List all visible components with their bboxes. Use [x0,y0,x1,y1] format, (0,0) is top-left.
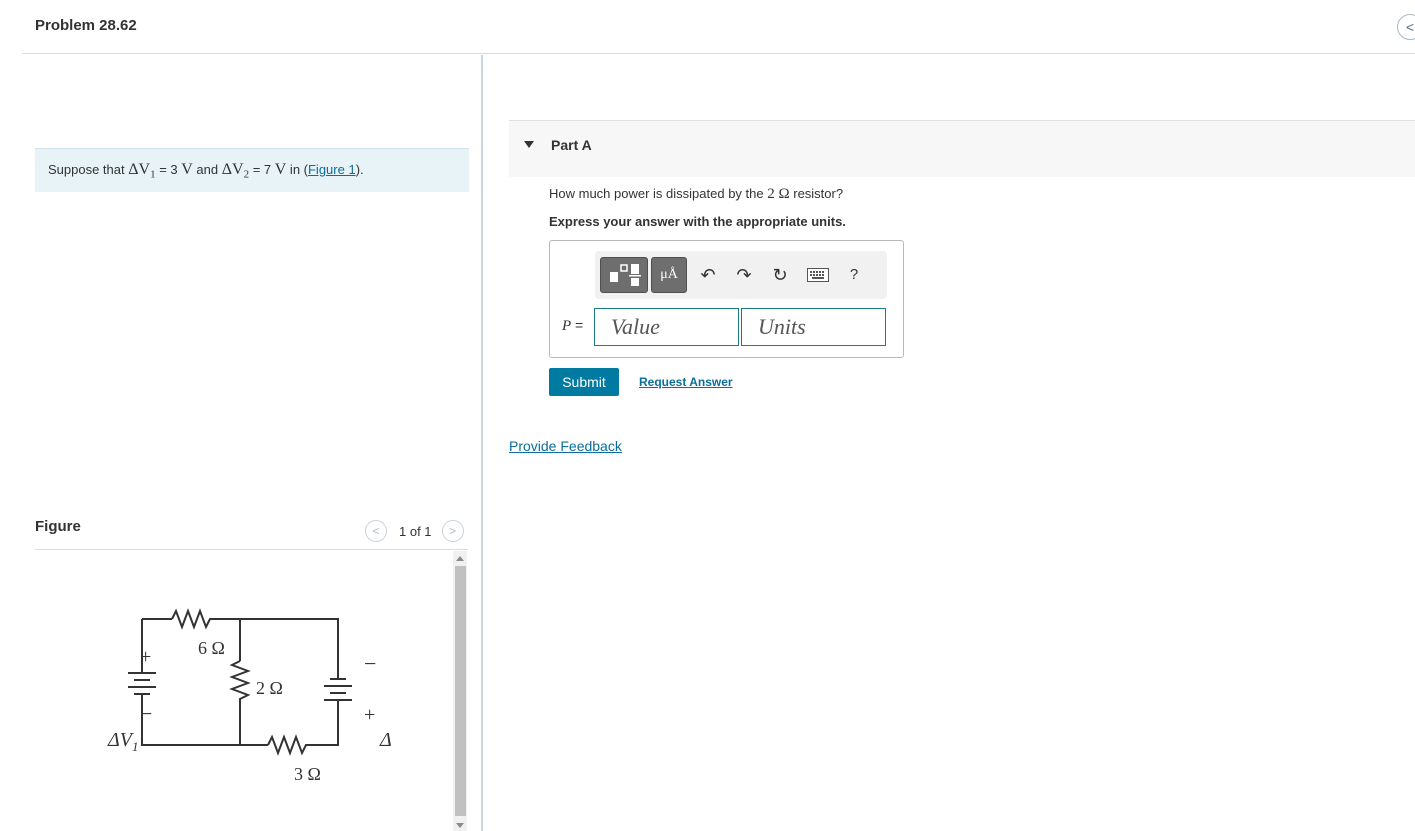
question-resistor: 2 Ω [767,186,790,202]
intro-suffix: ). [355,162,364,177]
figure-page-count: 1 of 1 [399,523,432,539]
undo-icon[interactable]: ↶ [693,257,723,293]
circuit-diagram: 6 Ω 2 Ω 3 Ω + − + − ΔV1 ΔV2 [107,608,392,784]
intro-and: and [192,162,222,177]
redo-icon[interactable]: ↷ [729,257,759,293]
units-button[interactable]: μÅ [651,257,687,293]
intro-text: Suppose that [48,162,129,177]
math-toolbar: μÅ ↶ ↷ ↻ ? [595,251,887,299]
label-delta-v2: ΔV2 [379,729,392,754]
figure-scrollbar[interactable] [453,551,467,831]
answer-equals: = [571,317,584,333]
answer-variable-label: P = [562,317,583,335]
next-figure-button[interactable]: > [441,520,464,542]
help-button[interactable]: ? [839,257,869,293]
resistor-3ohm [267,734,308,756]
figure-nav: < 1 of 1 > [365,518,464,544]
scroll-down-icon[interactable] [456,823,464,828]
question-text: How much power is dissipated by the 2 Ω … [549,186,843,203]
prev-figure-button[interactable]: < [365,520,387,542]
wire-left-lower [141,703,268,746]
problem-intro: Suppose that ΔV1 = 3 V and ΔV2 = 7 V in … [35,148,469,192]
scroll-thumb[interactable] [455,566,466,816]
delta-v2-eq: = 7 [249,162,275,177]
delta-v2: ΔV [221,161,244,178]
problem-title: Problem 28.62 [35,17,137,34]
provide-feedback-link[interactable]: Provide Feedback [509,438,622,454]
resistor-2ohm [229,660,251,745]
request-answer-link[interactable]: Request Answer [639,375,733,389]
part-title: Part A [551,137,592,153]
label-delta-v1: ΔV1 [107,729,138,754]
caret-down-icon[interactable] [524,141,534,148]
figure-link[interactable]: Figure 1 [308,162,356,177]
pane-divider[interactable] [481,55,483,831]
value-input[interactable] [594,308,739,346]
scroll-up-icon[interactable] [456,556,464,561]
label-6ohm: 6 Ω [198,638,225,658]
answer-variable: P [562,318,572,334]
label-2ohm: 2 Ω [256,678,283,698]
answer-box: μÅ ↶ ↷ ↻ ? P = [549,240,904,358]
keyboard-glyph [807,268,829,282]
reset-icon[interactable]: ↻ [765,257,795,293]
units-input[interactable] [741,308,886,346]
submit-button[interactable]: Submit [549,368,619,396]
left-pane: Suppose that ΔV1 = 3 V and ΔV2 = 7 V in … [22,55,481,831]
figure-label: Figure [35,518,81,535]
question-prefix: How much power is dissipated by the [549,186,768,201]
battery1-plus: + [140,646,151,668]
resistor-6ohm [171,608,214,630]
answer-instruction: Express your answer with the appropriate… [549,214,846,229]
part-a-header[interactable]: Part A [509,120,1415,177]
delta-v1-eq: = 3 [155,162,182,177]
label-3ohm: 3 Ω [294,764,321,784]
battery2-plus: + [364,704,375,726]
question-suffix: resistor? [789,186,844,201]
templates-button[interactable] [600,257,648,293]
wire-right-lower [308,707,339,746]
figure-divider [35,549,468,550]
delta-v2-unit: V [274,161,287,178]
battery1-minus: − [140,701,152,726]
delta-v1: ΔV [128,161,151,178]
keyboard-icon[interactable] [803,257,833,293]
battery2-minus: − [364,651,376,676]
delta-v1-unit: V [181,161,193,178]
templates-icon [610,264,641,286]
header: Problem 28.62 < [22,0,1415,54]
collapse-panel-button[interactable]: < [1397,14,1415,40]
intro-in: in ( [286,162,308,177]
